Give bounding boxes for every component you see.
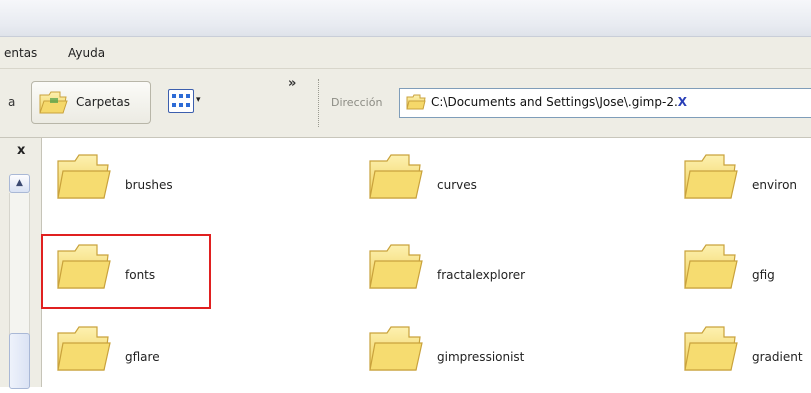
folders-button[interactable]: Carpetas (31, 81, 151, 124)
folder-item-fractalexplorer[interactable]: fractalexplorer (367, 241, 577, 311)
address-cursor-marker: X (677, 95, 688, 109)
folders-pane: x ▲ (0, 138, 42, 389)
folder-name: environ (752, 178, 798, 192)
folders-button-label: Carpetas (76, 95, 130, 109)
folder-icon (684, 154, 738, 199)
folder-item-environ[interactable]: environ (682, 151, 811, 221)
address-path-text: C:\Documents and Settings\Jose\.gimp-2. (431, 95, 678, 109)
folder-icon (406, 94, 426, 110)
menu-tools[interactable]: entas (4, 46, 37, 60)
folder-name: brushes (125, 178, 173, 192)
toolbar-partial-label: a (8, 95, 16, 109)
scroll-up-button[interactable]: ▲ (9, 174, 30, 193)
folder-icon (684, 244, 738, 289)
toolbar-separator (318, 79, 320, 127)
menu-help[interactable]: Ayuda (68, 46, 105, 60)
folder-icon (369, 326, 423, 371)
scrollbar-thumb[interactable] (9, 333, 30, 389)
address-label: Dirección (331, 96, 383, 109)
folder-icon (369, 244, 423, 289)
folder-name: fractalexplorer (437, 268, 526, 282)
close-icon[interactable]: x (17, 143, 25, 158)
views-icon (168, 89, 194, 113)
toolbar: a Carpetas ▾ » Dirección C:\Documents an… (0, 69, 811, 138)
folder-item-gradient[interactable]: gradient (682, 323, 811, 393)
address-path: C:\Documents and Settings\Jose\.gimp-2.X (431, 95, 687, 109)
folder-name: gimpressionist (437, 350, 525, 364)
views-button[interactable]: ▾ (165, 81, 209, 122)
folder-name: gfig (752, 268, 775, 282)
toolbar-overflow-button[interactable]: » (288, 76, 296, 91)
folder-item-gflare[interactable]: gflare (55, 323, 265, 393)
folder-icon (57, 326, 111, 371)
folder-item-curves[interactable]: curves (367, 151, 577, 221)
folder-name: curves (437, 178, 477, 192)
fonts-folder-highlight (41, 234, 211, 309)
folder-icon (684, 326, 738, 371)
folder-icon (57, 154, 111, 199)
chevron-down-icon: ▾ (196, 95, 201, 105)
folder-name: gradient (752, 350, 803, 364)
folder-icon (369, 154, 423, 199)
address-field[interactable]: C:\Documents and Settings\Jose\.gimp-2.X (399, 88, 811, 118)
folders-icon (39, 91, 68, 114)
window-title-bar (0, 0, 811, 37)
folder-item-gimpressionist[interactable]: gimpressionist (367, 323, 577, 393)
folder-item-gfig[interactable]: gfig (682, 241, 811, 311)
folder-name: gflare (125, 350, 160, 364)
folder-item-brushes[interactable]: brushes (55, 151, 265, 221)
menu-bar: entas Ayuda (0, 37, 811, 69)
